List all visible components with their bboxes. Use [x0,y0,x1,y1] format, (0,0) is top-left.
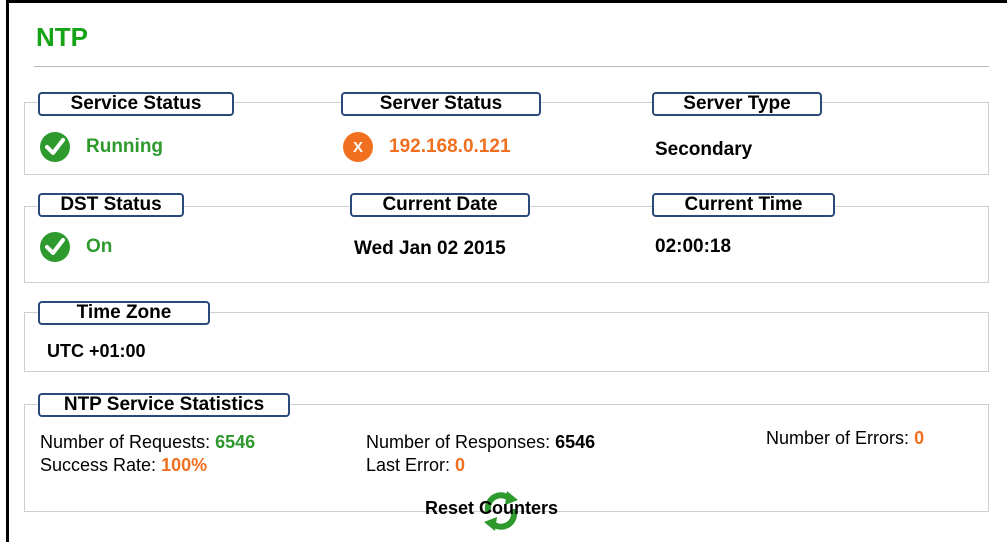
requests-value: 6546 [215,432,256,452]
last-error-value: 0 [455,455,466,475]
reset-counters-button[interactable]: Reset Counters [425,498,558,519]
success-rate-stat: Success Rate: 100% [40,455,207,476]
service-status: Running [40,132,163,162]
page-title: NTP [36,22,88,52]
current-time-value: 02:00:18 [655,236,732,257]
requests-label: Number of Requests: [40,432,211,452]
success-rate-label: Success Rate: [40,455,157,475]
server-type-value: Secondary [655,139,753,160]
server-type-header: Server Type [652,92,822,116]
errors-label: Number of Errors: [766,428,910,448]
check-icon [40,232,70,262]
responses-stat: Number of Responses: 6546 [366,432,595,453]
success-rate-value: 100% [161,455,208,475]
requests-stat: Number of Requests: 6546 [40,432,255,453]
check-icon [40,132,70,162]
current-date-header: Current Date [350,193,530,217]
error-x-icon: X [343,132,373,162]
statistics-header: NTP Service Statistics [38,393,290,417]
responses-value: 6546 [555,432,596,452]
responses-label: Number of Responses: [366,432,551,452]
server-status-header: Server Status [341,92,541,116]
dst-status-header: DST Status [38,193,184,217]
current-time-header: Current Time [652,193,835,217]
dst-status-value: On [86,236,113,257]
dst-status: On [40,232,112,262]
last-error-stat: Last Error: 0 [366,455,465,476]
server-status: X 192.168.0.121 [343,132,511,162]
errors-stat: Number of Errors: 0 [766,428,924,449]
title-divider [34,66,989,67]
current-date-value: Wed Jan 02 2015 [354,238,506,259]
errors-value: 0 [914,428,925,448]
service-status-value: Running [86,136,164,157]
time-zone-header: Time Zone [38,301,210,325]
server-status-value: 192.168.0.121 [389,136,511,157]
time-zone-value: UTC +01:00 [47,341,146,361]
datetime-panel [24,206,989,283]
service-status-header: Service Status [38,92,234,116]
last-error-label: Last Error: [366,455,451,475]
